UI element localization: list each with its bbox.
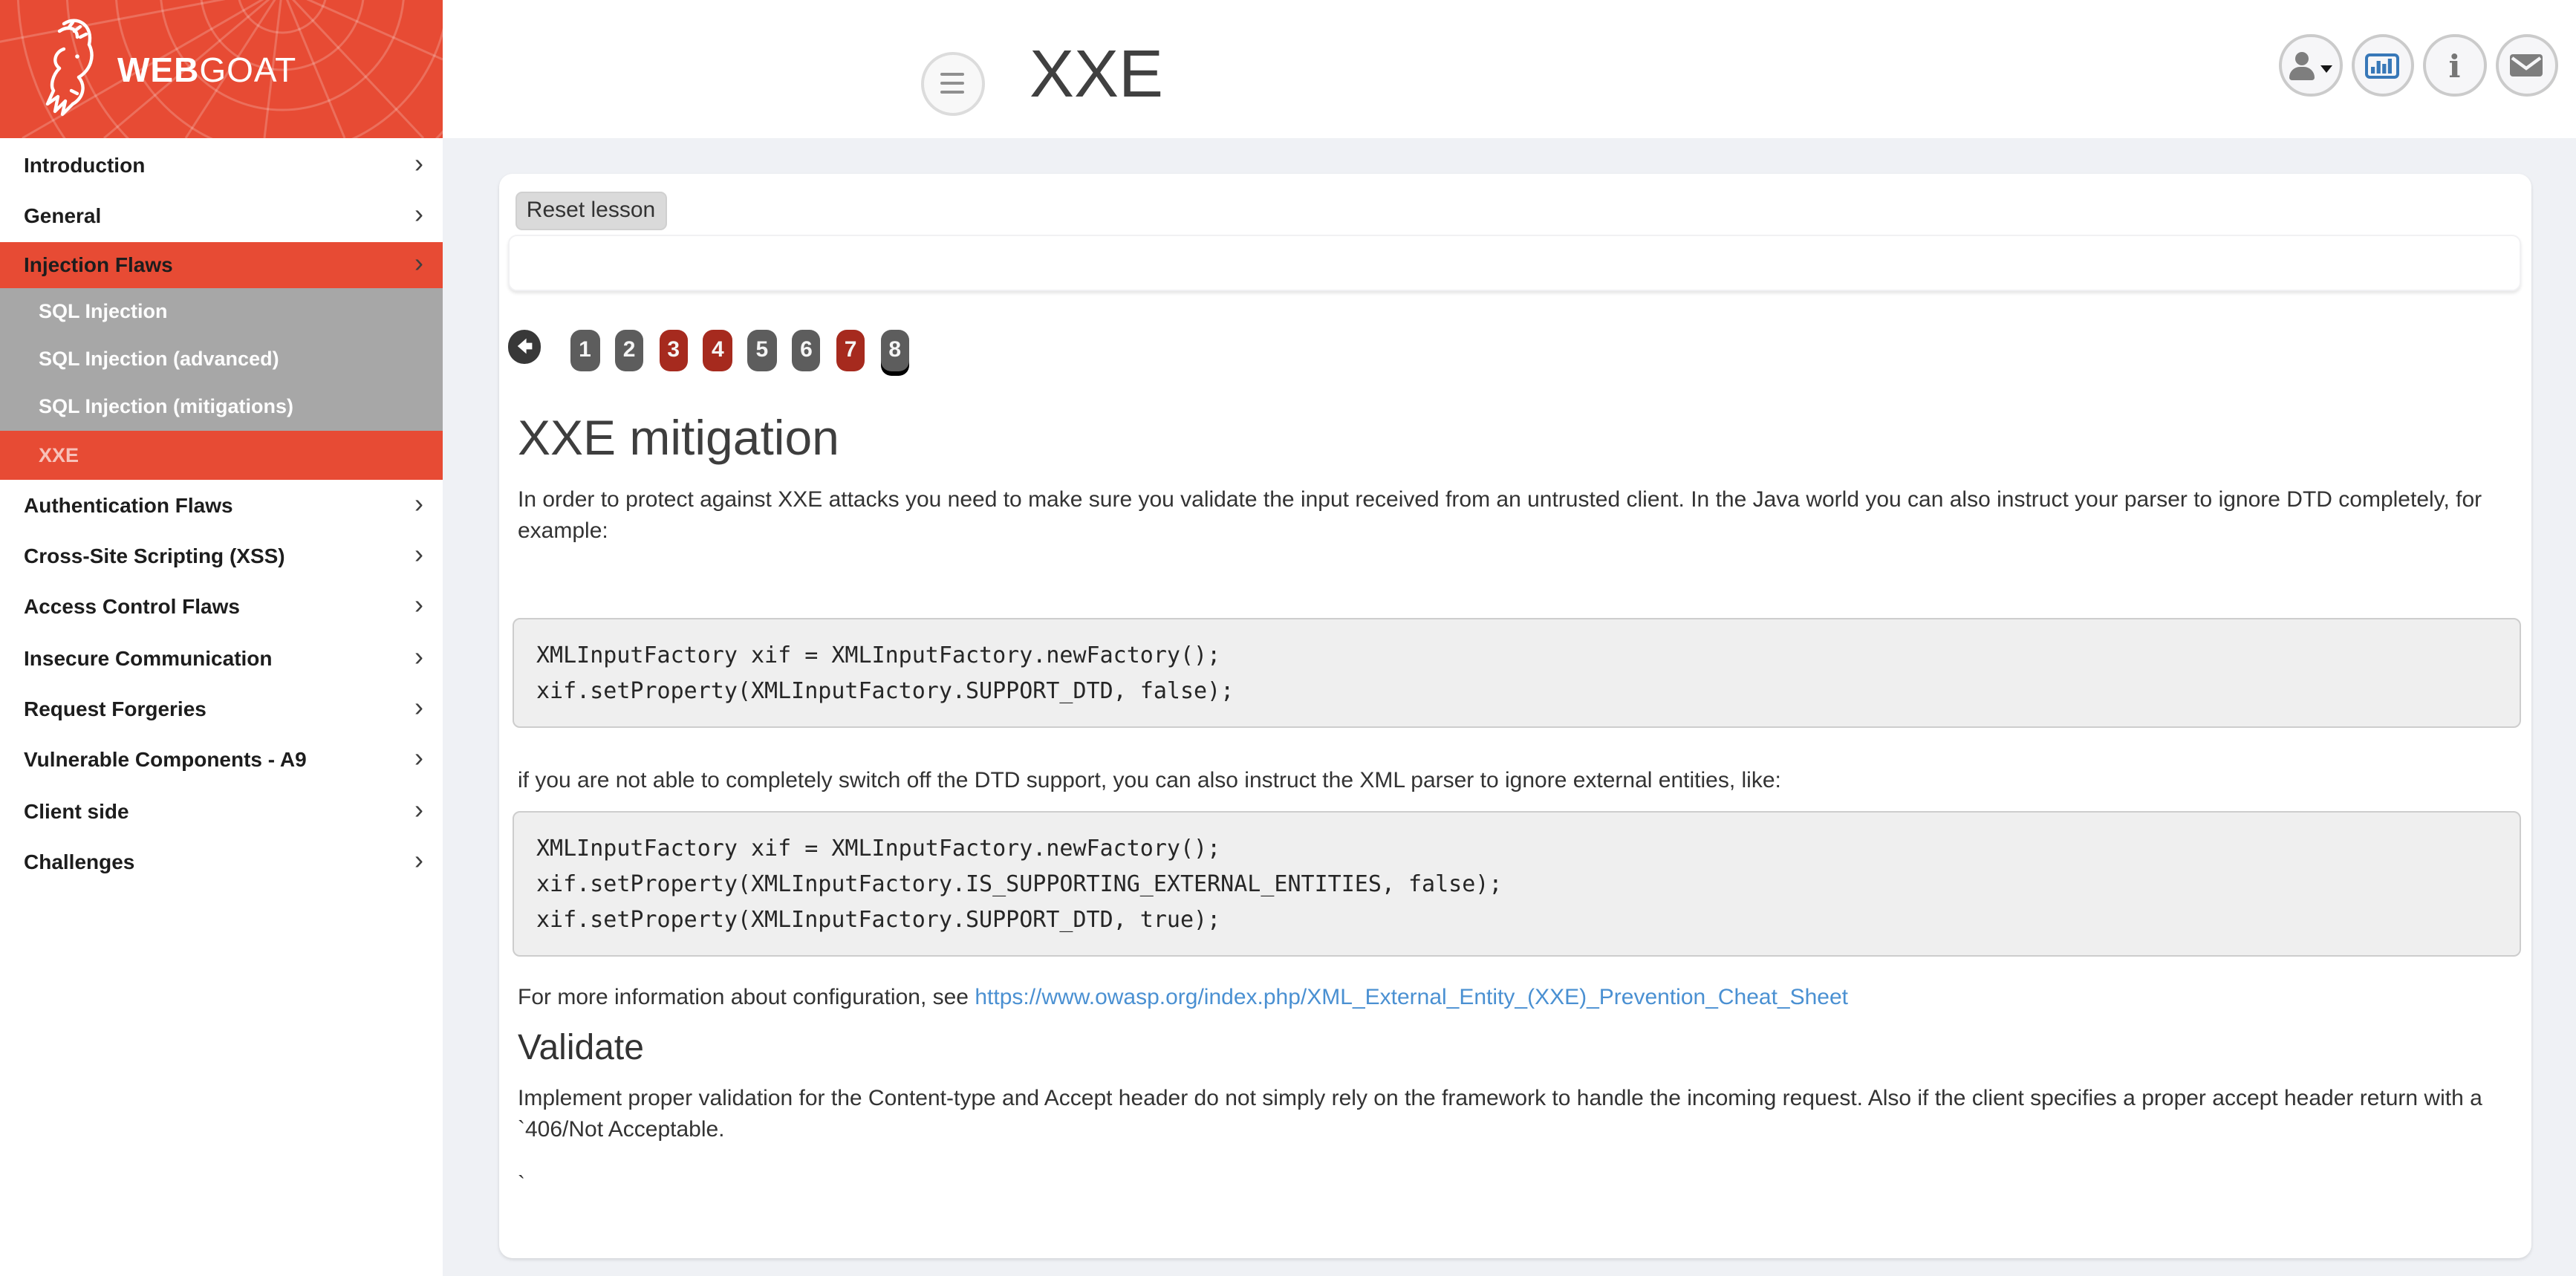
sidebar-item-label: SQL Injection — [39, 300, 168, 322]
lesson-page-button-7[interactable]: 7 — [836, 329, 865, 371]
sidebar-item-cross-site-scripting-xss[interactable]: Cross-Site Scripting (XSS) › — [0, 530, 443, 582]
caret-down-icon — [2321, 65, 2333, 72]
sidebar-item-request-forgeries[interactable]: Request Forgeries › — [0, 683, 443, 735]
sidebar-item-insecure-communication[interactable]: Insecure Communication › — [0, 632, 443, 683]
lesson-page-button-6[interactable]: 6 — [792, 329, 821, 371]
chevron-right-icon: › — [414, 592, 423, 619]
scoreboard-button[interactable] — [2351, 34, 2414, 97]
sidebar-item-label: Introduction — [24, 153, 145, 177]
chevron-right-icon: › — [414, 744, 423, 771]
menu-icon — [940, 73, 964, 94]
sidebar-item-label: SQL Injection (mitigations) — [39, 395, 293, 417]
logo-text-goat: GOAT — [199, 51, 296, 89]
stray-backtick: ` — [518, 1172, 2531, 1197]
sidebar-item-label: General — [24, 204, 101, 228]
sidebar-item-label: Cross-Site Scripting (XSS) — [24, 544, 285, 567]
chevron-right-icon: › — [414, 642, 423, 669]
more-info-line: For more information about configuration… — [518, 982, 2496, 1013]
chevron-right-icon: › — [414, 847, 423, 873]
lesson-paragraph-1: In order to protect against XXE attacks … — [518, 484, 2496, 547]
sidebar-item-injection-flaws[interactable]: Injection Flaws › — [0, 241, 443, 287]
lesson-page-button-8[interactable]: 8 — [880, 329, 909, 371]
bar-chart-icon — [2366, 53, 2400, 78]
lesson-page-button-1[interactable]: 1 — [570, 329, 599, 371]
about-button[interactable]: i — [2423, 34, 2486, 97]
sidebar-item-client-side[interactable]: Client side › — [0, 785, 443, 836]
page-buttons: 12345678 — [570, 329, 909, 371]
sidebar-item-label: Access Control Flaws — [24, 595, 240, 619]
top-bar: XXE — [443, 0, 2576, 138]
owasp-cheatsheet-link[interactable]: https://www.owasp.org/index.php/XML_Exte… — [975, 985, 1848, 1010]
lesson-heading: XXE mitigation — [518, 412, 2531, 463]
goat-logo-icon — [19, 13, 100, 126]
sidebar-item-general[interactable]: General › — [0, 191, 443, 242]
lesson-pagination: 12345678 — [507, 329, 2531, 371]
sidebar-item-sql-injection[interactable]: SQL Injection — [0, 287, 443, 335]
chevron-right-icon: › — [414, 795, 423, 822]
mail-icon — [2510, 53, 2544, 77]
sidebar-item-label: Client side — [24, 798, 129, 822]
user-icon — [2289, 51, 2317, 79]
sidebar-item-label: Challenges — [24, 850, 134, 873]
sidebar-item-vulnerable-components-a9[interactable]: Vulnerable Components - A9 › — [0, 734, 443, 785]
lesson-page-button-3[interactable]: 3 — [659, 329, 688, 371]
code-block-1: XMLInputFactory xif = XMLInputFactory.ne… — [513, 619, 2521, 729]
validate-paragraph: Implement proper validation for the Cont… — [518, 1083, 2496, 1145]
chevron-right-icon: › — [414, 489, 423, 516]
chevron-right-icon: › — [414, 541, 423, 567]
page-title: XXE — [1030, 39, 1163, 108]
account-button[interactable] — [2279, 34, 2342, 97]
sidebar: WEBGOAT Introduction›General›Injection F… — [0, 0, 443, 1276]
sidebar-item-label: XXE — [39, 443, 79, 466]
lesson-paragraph-2: if you are not able to completely switch… — [518, 765, 2496, 796]
lesson-page-button-5[interactable]: 5 — [747, 329, 776, 371]
contact-button[interactable] — [2495, 34, 2558, 97]
webgoat-app: WEBGOAT Introduction›General›Injection F… — [0, 0, 2576, 1276]
sidebar-item-sql-injection-mitigations[interactable]: SQL Injection (mitigations) — [0, 383, 443, 430]
webgoat-logo: WEBGOAT — [0, 0, 443, 138]
sidebar-item-introduction[interactable]: Introduction › — [0, 140, 443, 191]
info-icon: i — [2449, 50, 2461, 81]
sidebar-menu: Introduction › General › Injection Flaws › SQL… — [0, 138, 443, 887]
main-area: XXE — [443, 0, 2576, 1276]
sidebar-item-access-control-flaws[interactable]: Access Control Flaws › — [0, 581, 443, 632]
sidebar-item-label: Insecure Communication — [24, 645, 273, 669]
code-block-2: XMLInputFactory xif = XMLInputFactory.ne… — [513, 812, 2521, 957]
chevron-right-icon: › — [414, 694, 423, 720]
lesson-attack-panel — [507, 235, 2520, 291]
menu-toggle-button[interactable] — [920, 51, 984, 115]
lesson-page-button-2[interactable]: 2 — [615, 329, 644, 371]
logo-text: WEBGOAT — [117, 51, 296, 91]
reset-lesson-button[interactable]: Reset lesson — [515, 192, 666, 230]
sidebar-item-label: SQL Injection (advanced) — [39, 348, 279, 370]
sidebar-item-xxe[interactable]: XXE — [0, 430, 443, 479]
lesson-card: Reset lesson 12345678 XXE mitigation In … — [499, 173, 2531, 1257]
chevron-right-icon: › — [414, 201, 423, 228]
sidebar-item-challenges[interactable]: Challenges › — [0, 836, 443, 887]
previous-page-button[interactable] — [507, 330, 541, 363]
back-arrow-icon — [515, 338, 533, 356]
topbar-actions: i — [2279, 34, 2558, 97]
more-info-text: For more information about configuration… — [518, 985, 975, 1010]
validate-heading: Validate — [518, 1029, 2531, 1069]
sidebar-item-label: Authentication Flaws — [24, 492, 233, 516]
chevron-right-icon: › — [414, 250, 423, 276]
sidebar-item-label: Vulnerable Components - A9 — [24, 747, 307, 771]
sidebar-item-label: Injection Flaws — [24, 253, 173, 276]
content-area: Reset lesson 12345678 XXE mitigation In … — [443, 173, 2576, 1276]
lesson-page-button-4[interactable]: 4 — [703, 329, 732, 371]
sidebar-item-label: Request Forgeries — [24, 697, 206, 720]
sidebar-item-authentication-flaws[interactable]: Authentication Flaws › — [0, 479, 443, 530]
sidebar-item-sql-injection-advanced[interactable]: SQL Injection (advanced) — [0, 335, 443, 383]
logo-text-web: WEB — [117, 51, 199, 89]
chevron-right-icon: › — [414, 150, 423, 177]
